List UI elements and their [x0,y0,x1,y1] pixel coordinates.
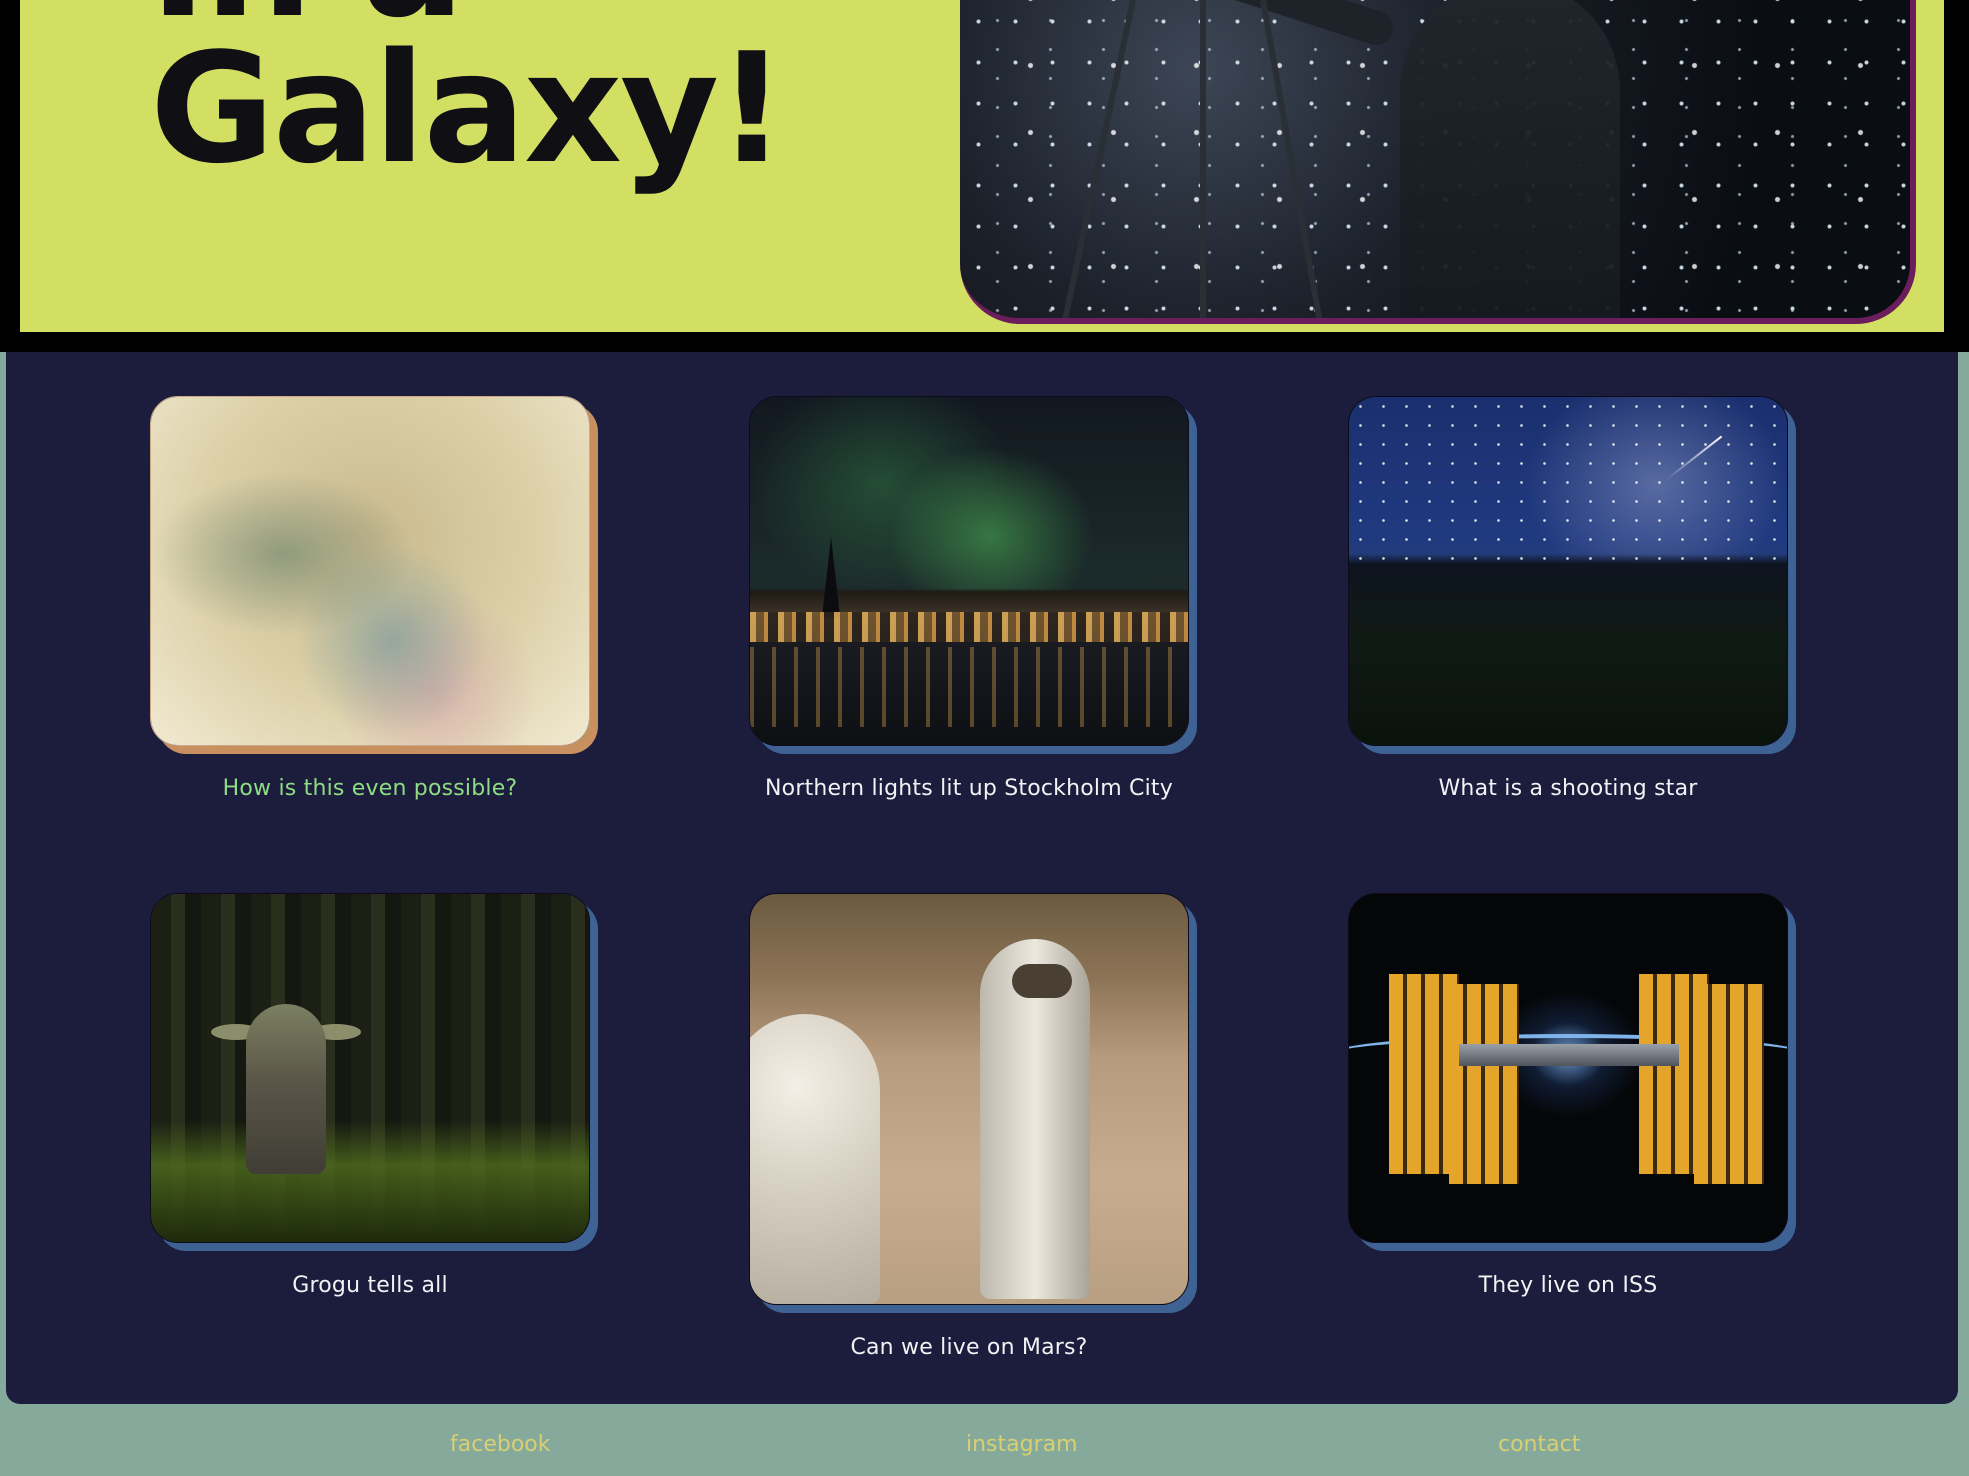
footer-link-facebook[interactable]: facebook [450,1432,550,1457]
gallery-card[interactable]: What is a shooting star [1348,396,1788,801]
astronaut-foreground [750,1014,880,1304]
footer: facebook instagram contact [0,1420,1969,1476]
card-caption[interactable]: Grogu tells all [150,1273,590,1298]
tripod-leg [1200,0,1206,318]
hero-telescope-photo [960,0,1916,324]
footer-link-contact[interactable]: contact [1498,1432,1580,1457]
star-field [1349,397,1787,571]
iss-truss [1459,1044,1679,1066]
solar-panel [1694,984,1764,1184]
card-caption[interactable]: Northern lights lit up Stockholm City [749,776,1189,801]
church-spire [822,537,840,617]
card-image-shooting-star[interactable] [1348,396,1788,746]
grogu-image [151,894,589,1242]
gallery-card[interactable]: Can we live on Mars? [749,893,1189,1360]
iss-image [1349,894,1787,1242]
gallery-panel: How is this even possible? Northern ligh… [6,352,1958,1404]
shooting-star-image [1349,397,1787,745]
card-image-stockholm[interactable] [749,396,1189,746]
card-image-nebula[interactable] [150,396,590,746]
city-lights [750,612,1188,642]
card-image-grogu[interactable] [150,893,590,1243]
gallery-card[interactable]: Northern lights lit up Stockholm City [749,396,1189,801]
stargazer-silhouette [1400,0,1620,318]
gallery-card[interactable]: Grogu tells all [150,893,590,1298]
hero-section: In a Galaxy! [0,0,1969,352]
grogu-figure [246,1004,326,1174]
water-reflection [750,647,1188,727]
footer-link-instagram[interactable]: instagram [966,1432,1078,1457]
mars-image [750,894,1188,1304]
card-caption[interactable]: What is a shooting star [1348,776,1788,801]
card-image-mars[interactable] [749,893,1189,1305]
gallery-card[interactable]: How is this even possible? [150,396,590,801]
stockholm-image [750,397,1188,745]
hero-title: In a Galaxy! [150,0,850,197]
solar-panel [1449,984,1519,1184]
card-caption[interactable]: Can we live on Mars? [749,1335,1189,1360]
hero-title-line2: Galaxy! [150,20,786,197]
card-caption[interactable]: They live on ISS [1348,1273,1788,1298]
hero-banner: In a Galaxy! [20,0,1944,332]
card-caption[interactable]: How is this even possible? [150,776,590,801]
nebula-image [151,397,589,745]
card-image-iss[interactable] [1348,893,1788,1243]
helmet-visor [1012,964,1072,998]
gallery-card[interactable]: They live on ISS [1348,893,1788,1298]
